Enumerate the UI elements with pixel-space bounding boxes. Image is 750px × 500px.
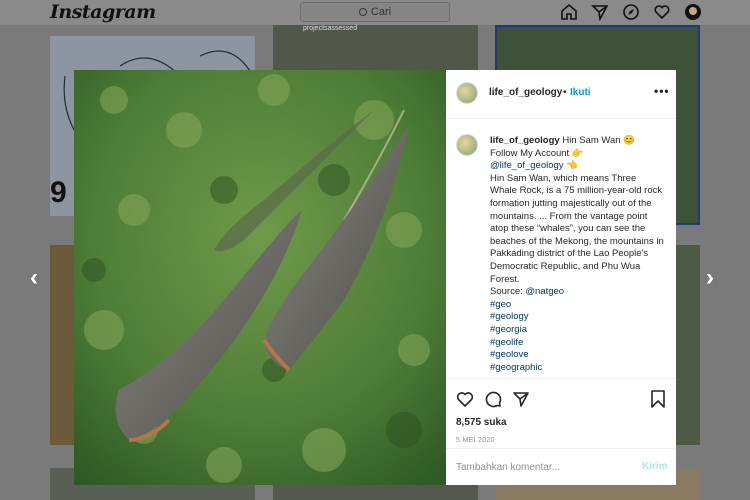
caption-body: Hin Sam Wan, which means Three Whale Roc… [490, 172, 664, 285]
search-icon [358, 8, 367, 16]
hashtag-link[interactable]: #georgia [490, 324, 665, 337]
mention-link[interactable]: @life_of_geology 👈 [490, 160, 665, 173]
grid-post-thumbnail[interactable] [675, 245, 700, 445]
top-navbar: Instagram Cari [0, 0, 750, 26]
grid-post-thumbnail[interactable]: projectsassessed [273, 25, 478, 70]
comment-bubble-icon[interactable] [484, 390, 502, 408]
save-bookmark-icon[interactable] [650, 390, 666, 408]
post-header: life_of_geology • Ikuti ••• [446, 70, 676, 119]
comment-box: Kirim [446, 448, 676, 485]
source-mention-link[interactable]: @natgeo [525, 286, 564, 297]
profile-avatar[interactable] [684, 3, 702, 21]
grid-post-thumbnail[interactable] [50, 245, 75, 445]
home-icon[interactable] [560, 3, 578, 21]
post-date[interactable]: 5 MEI 2020 [456, 437, 495, 444]
caption-line: Follow My Account 👉 [490, 147, 584, 159]
source-label: Source: [490, 286, 523, 298]
search-input[interactable]: Cari [300, 2, 450, 22]
user-avatar[interactable] [456, 82, 478, 104]
aerial-rock-formation-image [74, 70, 446, 485]
caption-user-avatar[interactable] [456, 134, 478, 156]
caption-section: life_of_geology Hin Sam Wan 😊 Follow My … [446, 120, 676, 378]
caption-line: Hin Sam Wan 😊 [562, 135, 636, 146]
action-icons [456, 390, 530, 408]
next-post-arrow-icon[interactable]: › [706, 266, 714, 290]
like-heart-icon[interactable] [456, 390, 474, 408]
nav-icons [560, 3, 702, 22]
hashtag-link[interactable]: #geo [490, 299, 665, 312]
hashtag-link[interactable]: #geographic [490, 362, 665, 375]
share-paper-plane-icon[interactable] [512, 390, 530, 408]
follow-button[interactable]: Ikuti [570, 87, 591, 98]
tile-number: 9 [50, 176, 67, 209]
post-details-panel: life_of_geology • Ikuti ••• life_of_geol… [446, 70, 676, 485]
post-photo[interactable] [74, 70, 446, 485]
instagram-logo[interactable]: Instagram [50, 1, 156, 23]
caption-text: life_of_geology Hin Sam Wan 😊 Follow My … [490, 135, 665, 374]
source-line: Source: @natgeo [490, 286, 665, 299]
explore-icon[interactable] [622, 3, 640, 21]
heart-icon[interactable] [653, 3, 671, 21]
search-placeholder: Cari [370, 6, 392, 18]
post-comment-button[interactable]: Kirim [642, 461, 668, 472]
more-options-icon[interactable]: ••• [654, 84, 670, 98]
likes-count[interactable]: 8,575 suka [456, 417, 507, 428]
hashtag-link[interactable]: #geolife [490, 337, 665, 350]
caption-username-link[interactable]: life_of_geology [490, 135, 560, 146]
hashtag-link[interactable]: #geology [490, 311, 665, 324]
separator-dot: • [563, 87, 567, 98]
username-link[interactable]: life_of_geology [489, 87, 562, 98]
direct-icon[interactable] [591, 3, 609, 22]
previous-post-arrow-icon[interactable]: ‹ [30, 266, 38, 290]
hashtag-link[interactable]: #geolove [490, 349, 665, 362]
tile-label: projectsassessed [303, 25, 358, 32]
add-comment-input[interactable] [456, 459, 626, 475]
